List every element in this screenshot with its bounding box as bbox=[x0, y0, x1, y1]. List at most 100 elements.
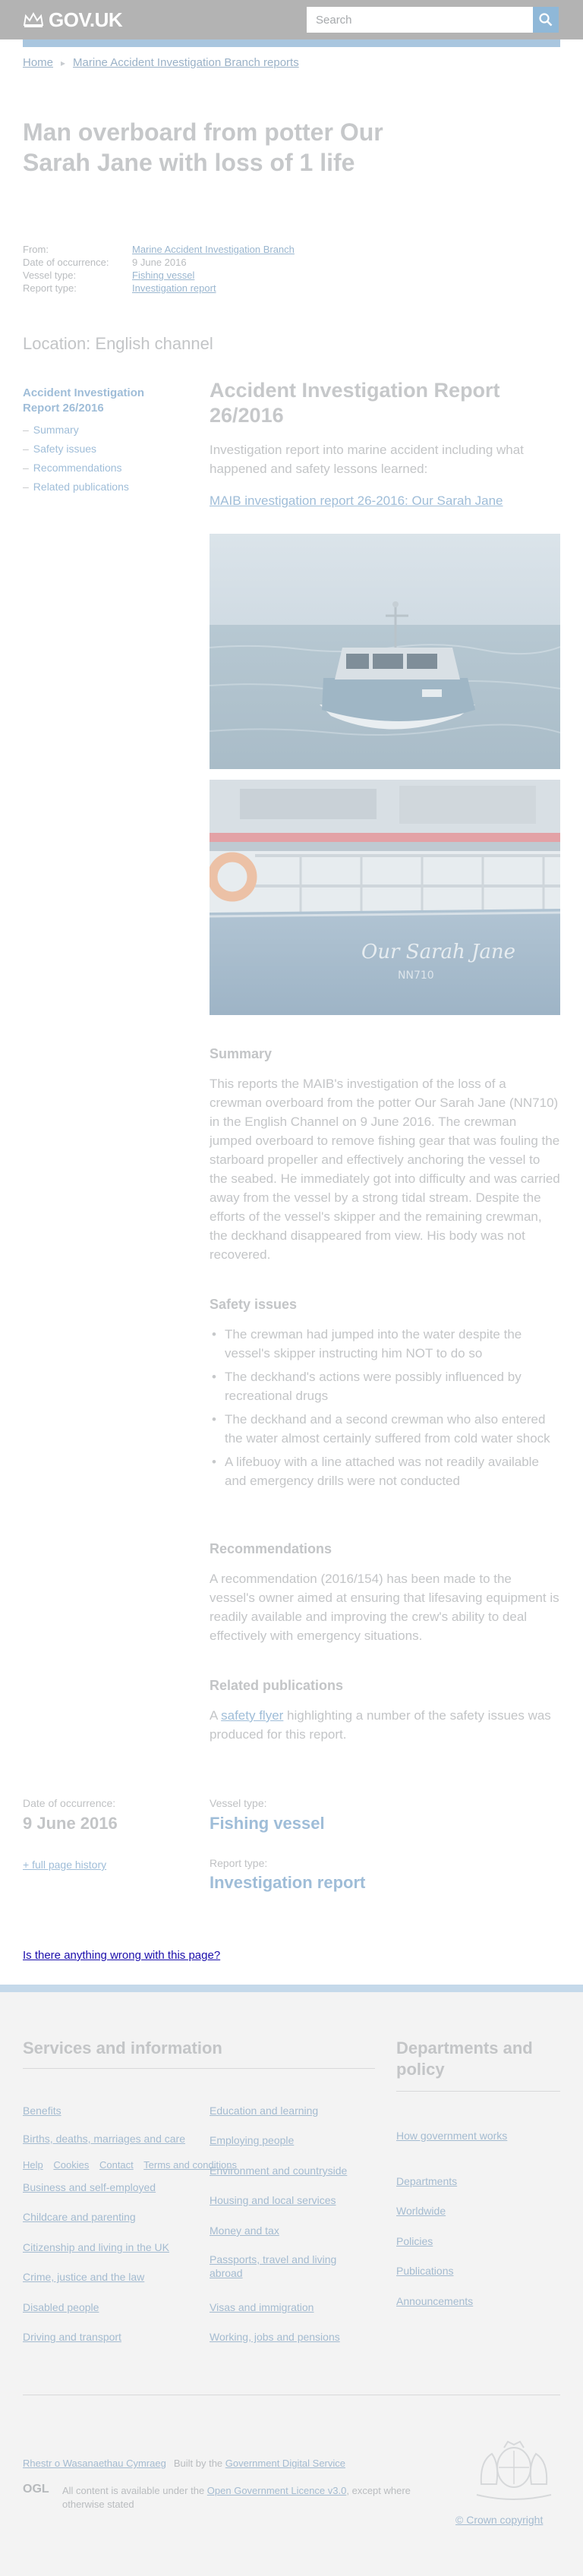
bottom-vessel-link[interactable]: Fishing vessel bbox=[210, 1814, 325, 1833]
terms-link[interactable]: Terms and conditions bbox=[143, 2159, 237, 2171]
vessel-photo-1 bbox=[210, 534, 560, 769]
footer-link[interactable]: Births, deaths, marriages and care bbox=[23, 2132, 187, 2146]
recommendations-text: A recommendation (2016/154) has been mad… bbox=[210, 1572, 559, 1643]
govuk-logo-link[interactable]: GOV.UK bbox=[23, 8, 123, 31]
royal-crest-icon bbox=[476, 2440, 552, 2500]
list-item: The deckhand and a second crewman who al… bbox=[210, 1410, 560, 1448]
boat-name-text: Our Sarah Jane bbox=[361, 941, 515, 963]
meta-from-link[interactable]: Marine Accident Investigation Branch bbox=[132, 244, 295, 255]
meta-key: Report type: bbox=[23, 282, 77, 294]
bottom-report-label: Report type: bbox=[210, 1857, 268, 1869]
footer-link[interactable]: Money and tax bbox=[210, 2224, 279, 2237]
metadata-list: From: Marine Accident Investigation Bran… bbox=[23, 243, 295, 295]
footer-accent-bar bbox=[0, 1985, 583, 1992]
footer-link[interactable]: How government works bbox=[396, 2129, 510, 2142]
footer-link[interactable]: Business and self-employed bbox=[23, 2180, 156, 2194]
related-publications-text: A safety flyer highlighting a number of … bbox=[210, 1708, 551, 1742]
divider bbox=[396, 2091, 560, 2092]
search-input[interactable] bbox=[307, 7, 533, 33]
summary-heading: Summary bbox=[210, 1046, 273, 1061]
footer-link[interactable]: Driving and transport bbox=[23, 2330, 121, 2344]
bottom-vessel-label: Vessel type: bbox=[210, 1797, 267, 1809]
bottom-date-label: Date of occurrence: bbox=[23, 1797, 116, 1809]
main-content: Accident Investigation Report 26/2016 In… bbox=[210, 378, 560, 509]
licence-link[interactable]: Open Government Licence v3.0 bbox=[207, 2485, 347, 2496]
vessel-photo-2: Our Sarah Jane NN710 bbox=[210, 780, 560, 1015]
report-heading: Accident Investigation Report 26/2016 bbox=[210, 379, 500, 427]
footer-link[interactable]: Working, jobs and pensions bbox=[210, 2330, 340, 2344]
location-heading: Location: English channel bbox=[23, 334, 213, 353]
footer-link[interactable]: Benefits bbox=[23, 2104, 61, 2117]
breadcrumb: Home ▸ Marine Accident Investigation Bra… bbox=[23, 56, 299, 69]
footer-link[interactable]: Employing people bbox=[210, 2133, 294, 2147]
footer-link[interactable]: Visas and immigration bbox=[210, 2300, 314, 2314]
gds-link[interactable]: Government Digital Service bbox=[225, 2458, 345, 2469]
bottom-report-link[interactable]: Investigation report bbox=[210, 1873, 365, 1893]
intro-text: Investigation report into marine acciden… bbox=[210, 443, 524, 476]
footer-link[interactable]: Passports, travel and living abroad bbox=[210, 2253, 361, 2280]
meta-from: From: Marine Accident Investigation Bran… bbox=[23, 243, 295, 256]
footer-link[interactable]: Disabled people bbox=[23, 2300, 99, 2314]
contents-item-related-publications[interactable]: – Related publications bbox=[23, 478, 175, 497]
bottom-date-value: 9 June 2016 bbox=[23, 1814, 118, 1833]
footer-link[interactable]: Publications bbox=[396, 2264, 454, 2278]
licence-text: All content is available under the Open … bbox=[62, 2485, 411, 2510]
contents-item-recommendations[interactable]: – Recommendations bbox=[23, 459, 175, 478]
services-heading: Services and information bbox=[23, 2038, 222, 2057]
search-button[interactable] bbox=[533, 7, 559, 33]
logo-text: GOV.UK bbox=[49, 8, 123, 31]
contents-item-summary[interactable]: – Summary bbox=[23, 421, 175, 440]
meta-vessel-link[interactable]: Fishing vessel bbox=[132, 270, 194, 281]
help-link[interactable]: Help bbox=[23, 2159, 43, 2171]
contents-item-safety-issues[interactable]: – Safety issues bbox=[23, 440, 175, 459]
recommendations-heading: Recommendations bbox=[210, 1541, 332, 1556]
report-problem-link[interactable]: Is there anything wrong with this page? bbox=[23, 1949, 220, 1962]
footer-link[interactable]: Worldwide bbox=[396, 2204, 446, 2218]
list-item: A lifebuoy with a line attached was not … bbox=[210, 1452, 560, 1490]
departments-heading: Departments and policy bbox=[396, 2038, 533, 2079]
divider bbox=[23, 2068, 375, 2069]
meta-report-type-link[interactable]: Investigation report bbox=[132, 282, 216, 294]
breadcrumb-home[interactable]: Home bbox=[23, 56, 53, 69]
safety-flyer-link[interactable]: safety flyer bbox=[221, 1708, 283, 1723]
meta-key: From: bbox=[23, 244, 49, 255]
contact-link[interactable]: Contact bbox=[99, 2159, 134, 2171]
related-publications-heading: Related publications bbox=[210, 1678, 344, 1693]
safety-issues-list: The crewman had jumped into the water de… bbox=[210, 1325, 560, 1490]
footer-link[interactable]: Education and learning bbox=[210, 2104, 318, 2117]
search-icon bbox=[539, 13, 553, 27]
boat-reg-text: NN710 bbox=[398, 970, 434, 982]
chevron-right-icon: ▸ bbox=[61, 57, 66, 68]
recommendations-section: Recommendations A recommendation (2016/1… bbox=[210, 1541, 560, 1645]
footer-welsh-built: Rhestr o Wasanaethau Cymraeg Built by the… bbox=[23, 2458, 346, 2469]
full-page-history-link[interactable]: + full page history bbox=[23, 1859, 106, 1871]
footer-link[interactable]: Housing and local services bbox=[210, 2193, 336, 2207]
footer-link[interactable]: Departments bbox=[396, 2174, 457, 2188]
summary-section: Summary This reports the MAIB's investig… bbox=[210, 1046, 560, 1264]
meta-date-value: 9 June 2016 bbox=[132, 257, 187, 268]
footer-link[interactable]: Announcements bbox=[396, 2294, 473, 2308]
related-publications-section: Related publications A safety flyer high… bbox=[210, 1678, 560, 1744]
contents-nav: Accident Investigation Report 26/2016 – S… bbox=[23, 386, 175, 497]
footer-link[interactable]: Childcare and parenting bbox=[23, 2210, 136, 2224]
meta-key: Date of occurrence: bbox=[23, 257, 109, 268]
cookies-link[interactable]: Cookies bbox=[53, 2159, 89, 2171]
welsh-services-link[interactable]: Rhestr o Wasanaethau Cymraeg bbox=[23, 2458, 166, 2469]
footer-link[interactable]: Crime, justice and the law bbox=[23, 2270, 144, 2284]
footer-link[interactable]: Policies bbox=[396, 2234, 433, 2248]
crown-copyright-link[interactable]: © Crown copyright bbox=[455, 2513, 543, 2527]
meta-key: Vessel type: bbox=[23, 270, 77, 281]
page-title: Man overboard from potter Our Sarah Jane… bbox=[23, 118, 383, 176]
safety-issues-section: Safety issues The crewman had jumped int… bbox=[210, 1297, 560, 1495]
footer-link[interactable]: Citizenship and living in the UK bbox=[23, 2240, 169, 2254]
list-item: The deckhand's actions were possibly inf… bbox=[210, 1367, 560, 1405]
site-search bbox=[307, 7, 559, 33]
meta-vessel: Vessel type: Fishing vessel bbox=[23, 269, 295, 282]
footer-help-links: Help Cookies Contact Terms and condition… bbox=[23, 2158, 237, 2172]
breadcrumb-maib-reports[interactable]: Marine Accident Investigation Branch rep… bbox=[73, 56, 299, 69]
meta-report-type: Report type: Investigation report bbox=[23, 282, 295, 295]
crown-icon bbox=[23, 11, 44, 27]
contents-title[interactable]: Accident Investigation Report 26/2016 bbox=[23, 386, 175, 416]
report-pdf-link[interactable]: MAIB investigation report 26-2016: Our S… bbox=[210, 493, 560, 509]
safety-issues-heading: Safety issues bbox=[210, 1297, 298, 1312]
